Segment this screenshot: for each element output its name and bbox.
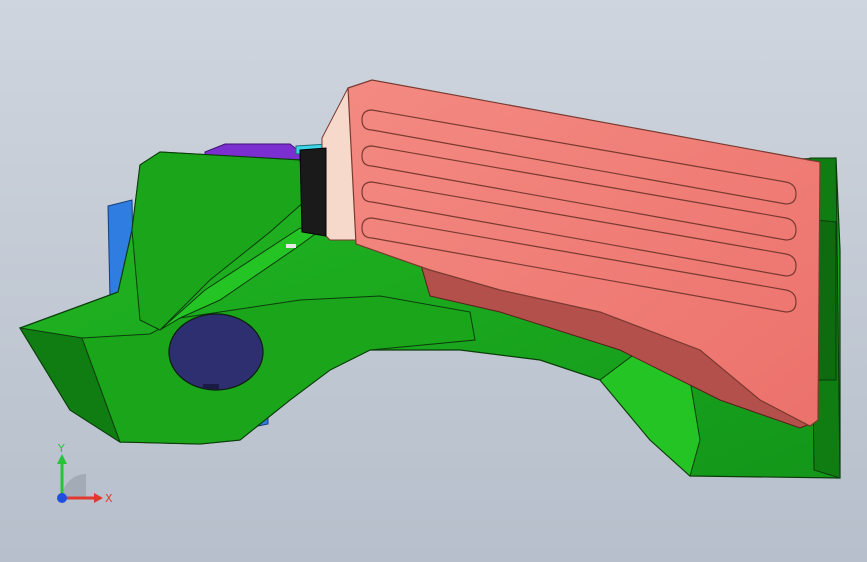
- mounting-hole: [168, 313, 264, 391]
- hole-slot: [203, 384, 219, 389]
- triad-arc: [62, 474, 86, 498]
- cad-model-scene[interactable]: [0, 0, 867, 562]
- y-arrow-head: [57, 454, 67, 464]
- small-marker: [286, 244, 296, 248]
- x-axis-label: X: [105, 492, 113, 505]
- axis-triad: Y X: [57, 442, 113, 505]
- z-axis-dot: [57, 493, 67, 503]
- y-axis-label: Y: [57, 442, 65, 455]
- pad-mount-bracket: [299, 147, 327, 237]
- x-arrow-head: [94, 493, 103, 503]
- 3d-viewport[interactable]: Y X: [0, 0, 867, 562]
